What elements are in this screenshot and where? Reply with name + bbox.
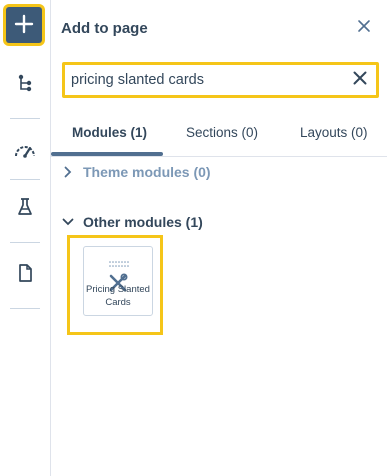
page-icon	[18, 263, 33, 287]
sidebar-item-page[interactable]	[13, 263, 37, 287]
tab-modules[interactable]: Modules (1)	[72, 125, 147, 140]
module-label: Pricing Slanted Cards	[86, 284, 150, 308]
module-highlight: Pricing Slanted Cards	[67, 235, 163, 335]
group-label: Other modules (1)	[83, 214, 203, 230]
flask-icon	[17, 197, 33, 221]
close-icon	[353, 71, 367, 90]
left-sidebar	[0, 0, 51, 476]
sidebar-divider	[10, 242, 40, 243]
panel-title: Add to page	[61, 20, 148, 37]
chevron-right-icon	[61, 165, 75, 179]
close-icon	[357, 19, 371, 38]
search-box	[62, 62, 379, 98]
active-tab-indicator	[51, 152, 163, 156]
search-input[interactable]	[71, 65, 341, 95]
sidebar-divider	[10, 179, 40, 180]
tab-layouts[interactable]: Layouts (0)	[300, 125, 368, 140]
plus-icon	[14, 10, 34, 40]
add-button[interactable]	[6, 7, 42, 43]
chevron-down-icon	[61, 215, 75, 229]
clear-search-button[interactable]	[352, 71, 368, 90]
sidebar-item-test[interactable]	[13, 197, 37, 221]
group-theme-modules[interactable]: Theme modules (0)	[61, 164, 211, 180]
sidebar-item-structure[interactable]	[13, 73, 37, 97]
sidebar-divider	[10, 308, 40, 309]
gauge-icon	[14, 142, 36, 163]
drag-handle-icon[interactable]	[109, 254, 129, 267]
sidebar-item-optimize[interactable]	[13, 140, 37, 164]
tree-structure-icon	[17, 74, 33, 97]
group-other-modules[interactable]: Other modules (1)	[61, 214, 203, 230]
sidebar-divider	[10, 118, 40, 119]
group-label: Theme modules (0)	[83, 164, 211, 180]
tab-sections[interactable]: Sections (0)	[186, 125, 258, 140]
module-card[interactable]: Pricing Slanted Cards	[83, 246, 153, 316]
add-to-page-panel: Add to page Modules (1) Sections (0) Lay…	[51, 0, 387, 476]
close-button[interactable]	[355, 19, 373, 37]
